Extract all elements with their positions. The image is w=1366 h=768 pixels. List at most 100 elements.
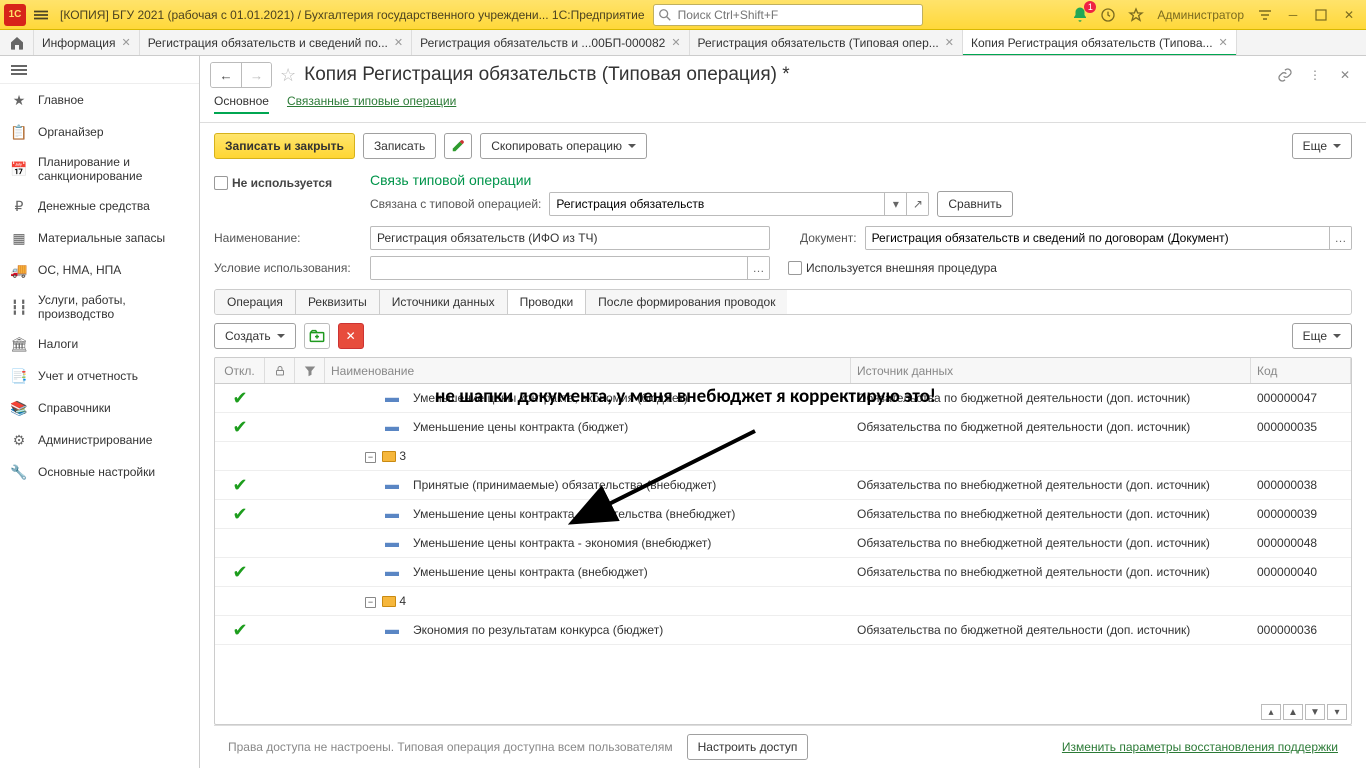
dropdown-icon[interactable]: ▾ [884, 193, 906, 215]
sidebar-item-settings[interactable]: 🔧Основные настройки [0, 456, 199, 488]
sidebar-item-money[interactable]: ₽Денежные средства [0, 190, 199, 222]
configure-access-button[interactable]: Настроить доступ [687, 734, 809, 760]
sidebar-item-organizer[interactable]: 📋Органайзер [0, 116, 199, 148]
user-label[interactable]: Администратор [1151, 4, 1250, 26]
grid-nav-bottom[interactable]: ▾ [1327, 704, 1347, 720]
sidebar-item-planning[interactable]: 📅Планирование и санкционирование [0, 148, 199, 190]
close-icon[interactable]: ✕ [1219, 36, 1228, 49]
grid-more-button[interactable]: Еще [1292, 323, 1352, 349]
col-name[interactable]: Наименование [325, 358, 851, 383]
table-row[interactable]: ✔▬Принятые (принимаемые) обязательства (… [215, 471, 1351, 500]
document-input[interactable]: … [865, 226, 1352, 250]
table-row[interactable]: − 3 [215, 442, 1351, 471]
global-search-input[interactable] [676, 7, 922, 23]
write-and-close-button[interactable]: Записать и закрыть [214, 133, 355, 159]
link-button[interactable] [1274, 64, 1296, 86]
sidebar-item-materials[interactable]: ▦Материальные запасы [0, 222, 199, 254]
compare-button[interactable]: Сравнить [937, 191, 1012, 217]
home-icon [9, 35, 25, 51]
sidebar-item-services[interactable]: ┇┇Услуги, работы, производство [0, 286, 199, 328]
tab-requisites[interactable]: Реквизиты [296, 290, 380, 314]
table-row[interactable]: − 4 [215, 587, 1351, 616]
sidebar-item-catalogs[interactable]: 📚Справочники [0, 392, 199, 424]
favorites-button[interactable] [1123, 4, 1149, 26]
sidebar-item-main[interactable]: ★Главное [0, 84, 199, 116]
check-icon: ✔ [232, 475, 247, 496]
grid-body[interactable]: откорретируем проводку, ифо теперь будет… [215, 384, 1351, 724]
restore-link[interactable]: Изменить параметры восстановления поддер… [1062, 740, 1338, 754]
home-tab[interactable] [0, 30, 34, 55]
tab-entries[interactable]: Проводки [508, 290, 587, 314]
collapse-icon[interactable]: − [365, 452, 376, 463]
ellipsis-icon[interactable]: … [1329, 227, 1351, 249]
close-button[interactable]: ✕ [1336, 4, 1362, 26]
col-disabled[interactable]: Откл. [215, 358, 265, 383]
sidebar-item-assets[interactable]: 🚚ОС, НМА, НПА [0, 254, 199, 286]
grid-nav-down[interactable]: ▼ [1305, 704, 1325, 720]
edit-pencil-button[interactable] [444, 133, 472, 159]
write-button[interactable]: Записать [363, 133, 436, 159]
close-icon[interactable]: ✕ [671, 36, 680, 49]
create-button[interactable]: Создать [214, 323, 296, 349]
table-row[interactable]: ✔▬Уменьшение цены контракта (бюджет)Обяз… [215, 413, 1351, 442]
grid-nav-up[interactable]: ▲ [1283, 704, 1303, 720]
sidebar-item-admin[interactable]: ⚙Администрирование [0, 424, 199, 456]
tab-operation[interactable]: Операция [215, 290, 296, 314]
tab-after[interactable]: После формирования проводок [586, 290, 787, 314]
toolbar-more-button[interactable]: Еще [1292, 133, 1352, 159]
settings-menu-button[interactable] [1252, 4, 1278, 26]
col-lock[interactable] [265, 358, 295, 383]
close-icon[interactable]: ✕ [945, 36, 954, 49]
copy-operation-button[interactable]: Скопировать операцию [480, 133, 647, 159]
main-tab[interactable]: Регистрация обязательств (Типовая опер..… [690, 30, 963, 55]
subnav-main[interactable]: Основное [214, 94, 269, 114]
minimize-button[interactable]: ─ [1280, 4, 1306, 26]
tab-sources[interactable]: Источники данных [380, 290, 508, 314]
main-tab[interactable]: Регистрация обязательств и ...00БП-00008… [412, 30, 689, 55]
name-input[interactable] [370, 226, 770, 250]
collapse-icon[interactable]: − [365, 597, 376, 608]
ellipsis-icon[interactable]: … [747, 257, 769, 279]
notifications-button[interactable]: 1 [1067, 4, 1093, 26]
entries-grid[interactable]: Откл. Наименование Источник данных Код о… [214, 357, 1352, 725]
sidebar-item-taxes[interactable]: 🏛Налоги [0, 328, 199, 360]
close-icon[interactable]: ✕ [121, 36, 130, 49]
entry-icon: ▬ [385, 624, 413, 638]
main-tab[interactable]: Информация✕ [34, 30, 140, 55]
open-icon[interactable]: ↗ [906, 193, 928, 215]
appmenu-button[interactable] [30, 4, 52, 26]
form-area: ← → ☆ Копия Регистрация обязательств (Ти… [200, 56, 1366, 768]
sidebar-item-accounting[interactable]: 📑Учет и отчетность [0, 360, 199, 392]
col-code[interactable]: Код [1251, 358, 1351, 383]
nav-forward-button[interactable]: → [241, 63, 271, 87]
table-row[interactable]: ✔▬Уменьшение цены контракта, экономия (б… [215, 384, 1351, 413]
col-filter[interactable] [295, 358, 325, 383]
col-source[interactable]: Источник данных [851, 358, 1251, 383]
maximize-button[interactable] [1308, 4, 1334, 26]
global-search[interactable] [653, 4, 923, 26]
delete-button[interactable]: ✕ [338, 323, 364, 349]
table-row[interactable]: ▬Уменьшение цены контракта - экономия (в… [215, 529, 1351, 558]
history-button[interactable] [1095, 4, 1121, 26]
main-tab[interactable]: Регистрация обязательств и сведений по..… [140, 30, 412, 55]
favorite-toggle[interactable]: ☆ [280, 65, 296, 86]
subnav-linked[interactable]: Связанные типовые операции [287, 94, 456, 114]
table-row[interactable]: ✔▬Экономия по результатам конкурса (бюдж… [215, 616, 1351, 645]
not-used-checkbox[interactable]: Не используется [214, 176, 362, 190]
form-more-button[interactable]: ⋮ [1304, 64, 1326, 86]
add-group-button[interactable] [304, 323, 330, 349]
table-row[interactable]: ✔▬Уменьшение цены контракта, обязательст… [215, 500, 1351, 529]
linked-operation-input[interactable]: ▾ ↗ [549, 192, 929, 216]
form-close-button[interactable]: ✕ [1334, 64, 1356, 86]
external-proc-checkbox[interactable]: Используется внешняя процедура [788, 261, 997, 275]
sidebar-toggle[interactable] [0, 56, 199, 84]
search-icon [658, 8, 672, 22]
check-icon: ✔ [232, 417, 247, 438]
main-tab[interactable]: Копия Регистрация обязательств (Типова..… [963, 30, 1237, 55]
close-icon[interactable]: ✕ [394, 36, 403, 49]
grid-nav-top[interactable]: ▴ [1261, 704, 1281, 720]
grid-header: Откл. Наименование Источник данных Код [215, 358, 1351, 384]
nav-back-button[interactable]: ← [211, 63, 241, 87]
condition-input[interactable]: … [370, 256, 770, 280]
table-row[interactable]: ✔▬Уменьшение цены контракта (внебюджет)О… [215, 558, 1351, 587]
